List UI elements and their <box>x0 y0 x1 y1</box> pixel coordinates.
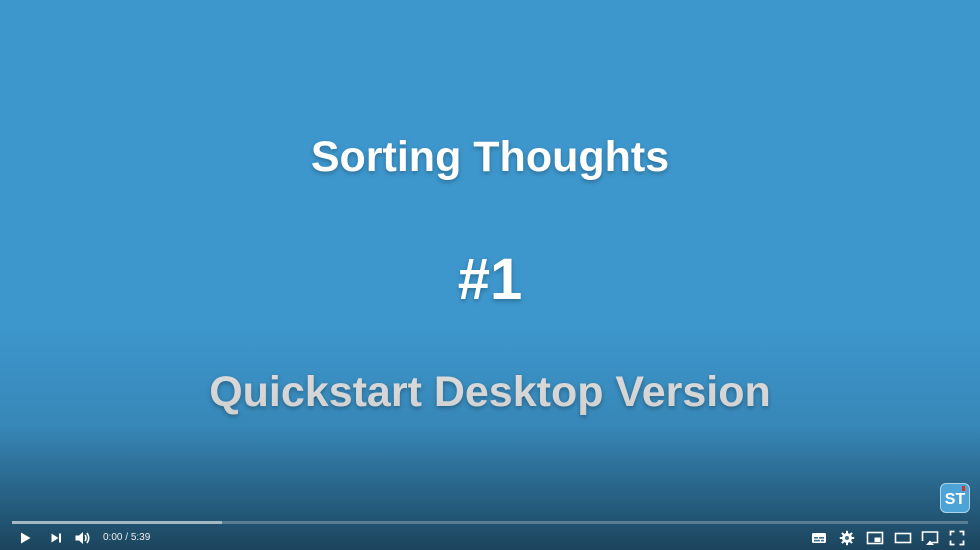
miniplayer-button[interactable] <box>865 528 885 548</box>
gear-icon <box>839 530 855 546</box>
fullscreen-icon <box>949 530 965 546</box>
channel-watermark[interactable]: ST <box>940 483 970 513</box>
volume-icon <box>75 532 90 544</box>
fullscreen-button[interactable] <box>947 528 967 548</box>
current-time: 0:00 <box>103 532 123 543</box>
theater-mode-button[interactable] <box>893 528 913 548</box>
play-button[interactable] <box>15 528 35 548</box>
duration: 5:39 <box>130 532 151 543</box>
video-frame[interactable]: Sorting Thoughts #1 Quickstart Desktop V… <box>0 0 980 550</box>
time-separator: / <box>122 532 131 543</box>
cast-button[interactable] <box>920 528 940 548</box>
settings-button[interactable] <box>837 528 857 548</box>
play-icon <box>21 532 31 544</box>
slide-title: Sorting Thoughts <box>310 133 670 181</box>
subtitles-button[interactable] <box>809 528 829 548</box>
next-icon <box>51 533 61 543</box>
miniplayer-icon <box>866 531 884 545</box>
time-display: 0:00 / 5:39 <box>103 531 150 545</box>
video-player[interactable]: Sorting Thoughts #1 Quickstart Desktop V… <box>0 0 980 550</box>
watermark-accent <box>962 486 965 491</box>
watermark-text: ST <box>945 491 966 508</box>
slide-number: #1 <box>457 247 523 312</box>
player-controls: 0:00 / 5:39 <box>0 524 980 550</box>
mute-button[interactable] <box>73 528 93 548</box>
cast-icon <box>921 531 939 545</box>
subtitles-icon <box>812 533 826 543</box>
next-button[interactable] <box>46 528 66 548</box>
slide-subtitle: Quickstart Desktop Version <box>209 368 771 416</box>
theater-mode-icon <box>894 532 912 544</box>
